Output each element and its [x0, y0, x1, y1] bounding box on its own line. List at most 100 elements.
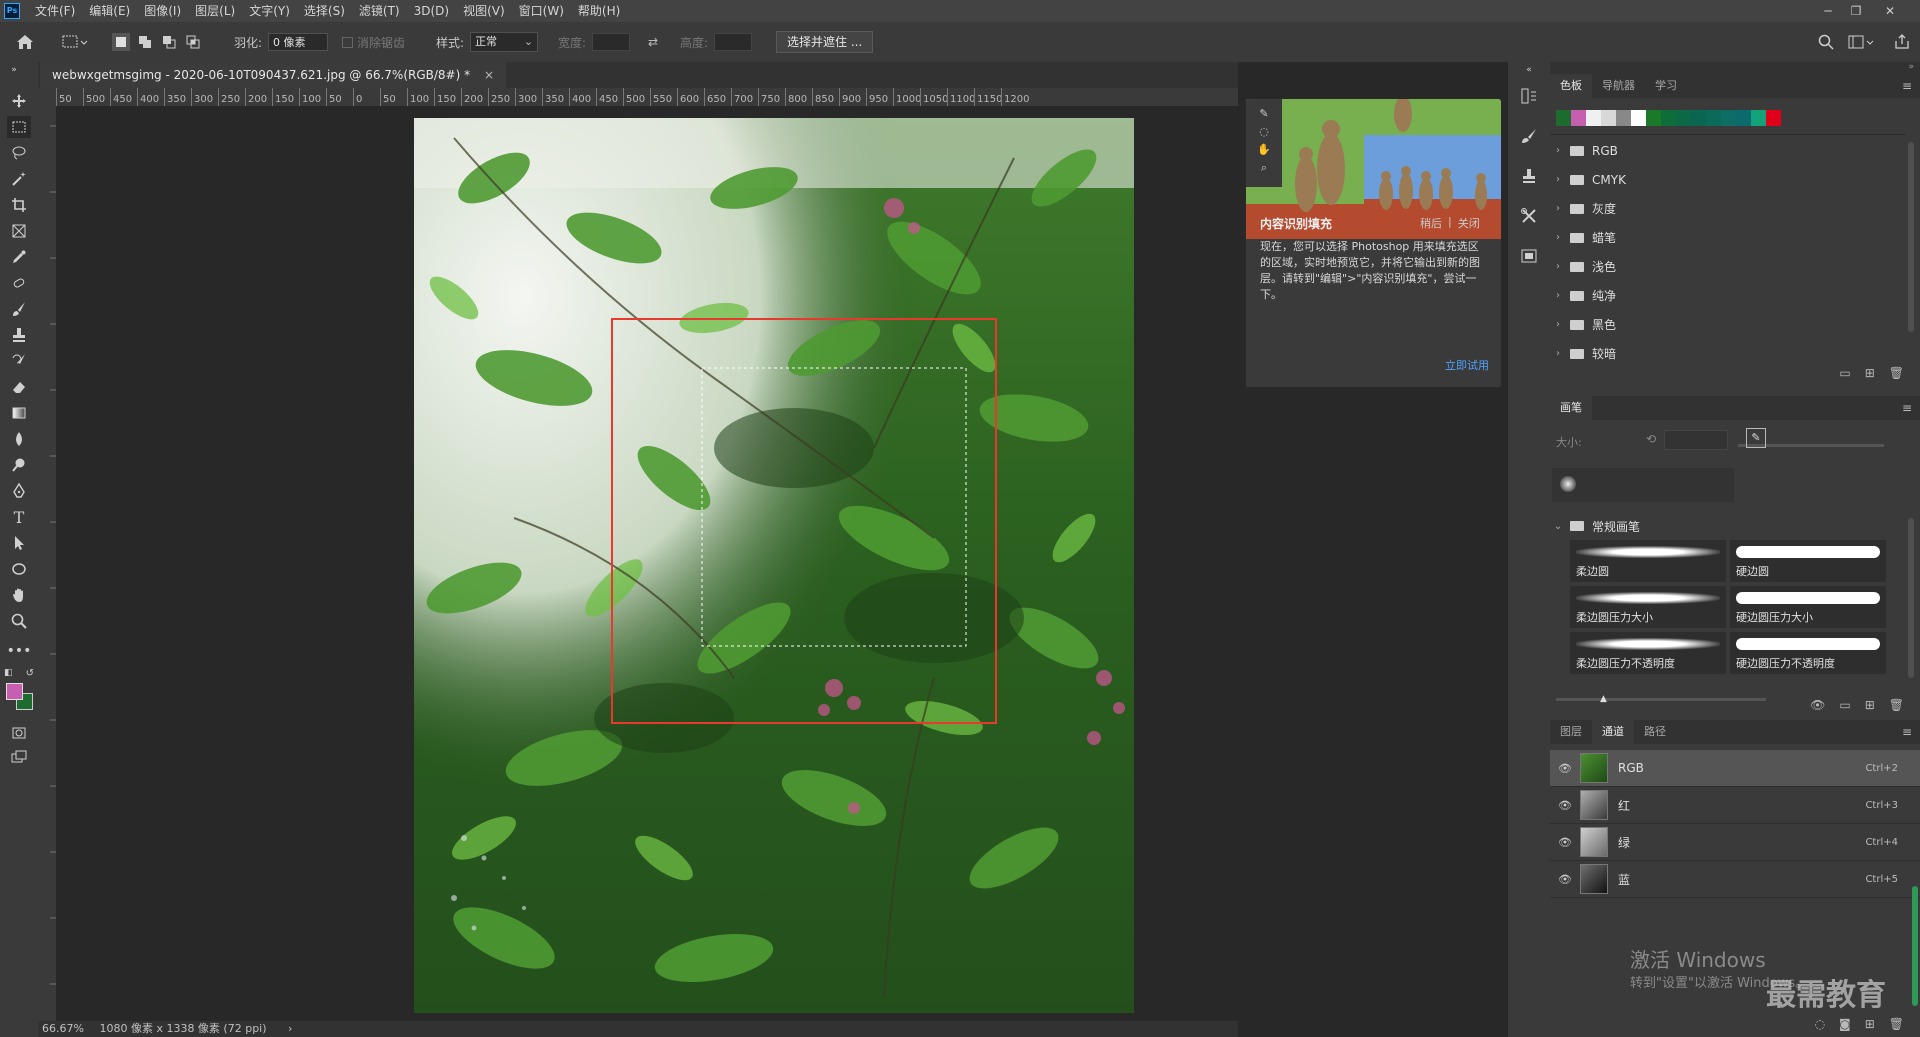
tab-swatches[interactable]: 色板: [1550, 74, 1592, 98]
feather-input[interactable]: 0 像素: [268, 33, 329, 51]
delete-icon[interactable]: 🗑: [1889, 1017, 1904, 1031]
swatch-folder-row[interactable]: › RGB: [1550, 136, 1902, 165]
brush-tool-icon[interactable]: [7, 298, 31, 320]
brushes-scrollbar[interactable]: [1908, 518, 1914, 678]
share-icon[interactable]: [1894, 22, 1910, 62]
new-group-icon[interactable]: ▭: [1839, 698, 1850, 712]
swatch-folder-row[interactable]: › 黑色: [1550, 310, 1902, 339]
try-now-link[interactable]: 立即试用: [1445, 357, 1489, 373]
screen-mode-icon[interactable]: [7, 746, 31, 768]
swatch-folder-row[interactable]: › CMYK: [1550, 165, 1902, 194]
delete-icon[interactable]: 🗑: [1889, 366, 1904, 380]
swap-dimensions-icon[interactable]: ⇄: [648, 22, 658, 62]
canvas-area[interactable]: [56, 106, 1238, 1021]
eyedropper-tool-icon[interactable]: [7, 246, 31, 268]
brush-settings-panel-icon[interactable]: [1517, 124, 1541, 148]
collapse-dock-icon[interactable]: «: [1517, 64, 1541, 76]
more-tools-icon[interactable]: •••: [7, 640, 32, 662]
close-tab-icon[interactable]: ×: [484, 68, 494, 82]
dodge-tool-icon[interactable]: [7, 454, 31, 476]
channels-menu-icon[interactable]: ≡: [1902, 725, 1912, 739]
gradient-tool-icon[interactable]: [7, 402, 31, 424]
menu-3d[interactable]: 3D(D): [407, 0, 456, 22]
brush-preset-soft-round-pressure-size[interactable]: 柔边圆压力大小: [1570, 586, 1726, 628]
brush-preset-soft-round-pressure-opacity[interactable]: 柔边圆压力不透明度: [1570, 632, 1726, 674]
add-selection-icon[interactable]: [136, 33, 154, 51]
menu-help[interactable]: 帮助(H): [571, 0, 627, 22]
collapse-panels-icon[interactable]: »: [1550, 62, 1920, 74]
height-input[interactable]: [714, 33, 753, 51]
restore-icon[interactable]: ❐: [1842, 0, 1870, 22]
color-swatch[interactable]: [1676, 110, 1691, 126]
color-swatch[interactable]: [1556, 110, 1571, 126]
pen-tool-icon[interactable]: [7, 480, 31, 502]
menu-edit[interactable]: 编辑(E): [82, 0, 137, 22]
color-swatch[interactable]: [1631, 110, 1646, 126]
recent-brush-thumb[interactable]: [1560, 476, 1576, 492]
brush-preset-hard-round-pressure-size[interactable]: 硬边圆压力大小: [1730, 586, 1886, 628]
chevron-right-icon[interactable]: ›: [1550, 232, 1566, 243]
menu-file[interactable]: 文件(F): [28, 0, 82, 22]
menu-select[interactable]: 选择(S): [297, 0, 352, 22]
brush-preview-slider[interactable]: ▲: [1556, 694, 1766, 704]
color-swatch[interactable]: [1751, 110, 1766, 126]
menu-layer[interactable]: 图层(L): [188, 0, 242, 22]
brushes-menu-icon[interactable]: ≡: [1902, 401, 1912, 415]
chevron-right-icon[interactable]: ›: [1550, 290, 1566, 301]
status-menu-arrow[interactable]: ›: [288, 1022, 292, 1035]
default-colors-icon[interactable]: ◧: [4, 668, 13, 678]
save-selection-icon[interactable]: ◙: [1839, 1017, 1851, 1031]
blur-tool-icon[interactable]: [7, 428, 31, 450]
marquee-preset-icon[interactable]: [62, 22, 88, 62]
magic-wand-tool-icon[interactable]: [7, 168, 31, 190]
width-input[interactable]: [592, 33, 631, 51]
brush-preset-hard-round-pressure-opacity[interactable]: 硬边圆压力不透明度: [1730, 632, 1886, 674]
clone-source-panel-icon[interactable]: [1517, 164, 1541, 188]
hand-tool-icon[interactable]: [7, 584, 31, 606]
new-selection-icon[interactable]: [112, 33, 130, 51]
tab-paths[interactable]: 路径: [1634, 720, 1676, 744]
subtract-selection-icon[interactable]: [160, 33, 178, 51]
swap-colors-icon[interactable]: ↺: [26, 668, 34, 679]
tab-navigator[interactable]: 导航器: [1592, 74, 1645, 98]
color-swatch[interactable]: [1706, 110, 1721, 126]
workspace-icon[interactable]: [1848, 22, 1874, 62]
select-and-mask-button[interactable]: 选择并遮住 ...: [776, 31, 874, 53]
eye-icon[interactable]: 👁: [1558, 762, 1572, 775]
panel-menu-icon[interactable]: ≡: [1902, 79, 1912, 93]
channel-row-red[interactable]: 👁 红 Ctrl+3: [1550, 787, 1920, 824]
visibility-toggle-icon[interactable]: 👁: [1810, 698, 1825, 712]
chevron-right-icon[interactable]: ›: [1550, 145, 1566, 156]
style-select[interactable]: 正常 ⌄: [470, 32, 539, 52]
tab-brushes[interactable]: 画笔: [1550, 396, 1592, 420]
antialias-checkbox[interactable]: [342, 36, 353, 48]
move-tool-icon[interactable]: [7, 90, 31, 112]
vertical-ruler[interactable]: [38, 106, 57, 1021]
minimize-icon[interactable]: ─: [1814, 0, 1842, 22]
new-channel-icon[interactable]: ⊞: [1865, 1017, 1875, 1031]
later-button[interactable]: 稍后: [1420, 215, 1442, 231]
swatch-folder-row[interactable]: › 浅色: [1550, 252, 1902, 281]
swatch-folder-row[interactable]: › 蜡笔: [1550, 223, 1902, 252]
search-icon[interactable]: [1818, 22, 1834, 62]
zoom-level[interactable]: 66.67%: [42, 1022, 84, 1035]
quick-mask-icon[interactable]: [7, 722, 31, 744]
lasso-tool-icon[interactable]: [7, 142, 31, 164]
reset-size-icon[interactable]: ⟲: [1646, 432, 1656, 446]
brush-settings-icon[interactable]: ✎: [1746, 428, 1766, 448]
color-swatch[interactable]: [1616, 110, 1631, 126]
document-tab[interactable]: webwxgetmsgimg - 2020-06-10T090437.621.j…: [40, 62, 506, 88]
slider-thumb-icon[interactable]: ▲: [1600, 694, 1607, 704]
new-group-icon[interactable]: ▭: [1839, 366, 1850, 380]
eye-icon[interactable]: 👁: [1558, 799, 1572, 812]
crop-tool-icon[interactable]: [7, 194, 31, 216]
brush-size-input[interactable]: [1664, 430, 1728, 450]
frame-tool-icon[interactable]: [7, 220, 31, 242]
close-tip-button[interactable]: 关闭: [1458, 215, 1480, 231]
chevron-right-icon[interactable]: ›: [1550, 203, 1566, 214]
color-swatch[interactable]: [1661, 110, 1676, 126]
healing-brush-tool-icon[interactable]: [7, 272, 31, 294]
tab-learn[interactable]: 学习: [1645, 74, 1687, 98]
chevron-right-icon[interactable]: ›: [1550, 174, 1566, 185]
home-icon[interactable]: [16, 22, 34, 62]
